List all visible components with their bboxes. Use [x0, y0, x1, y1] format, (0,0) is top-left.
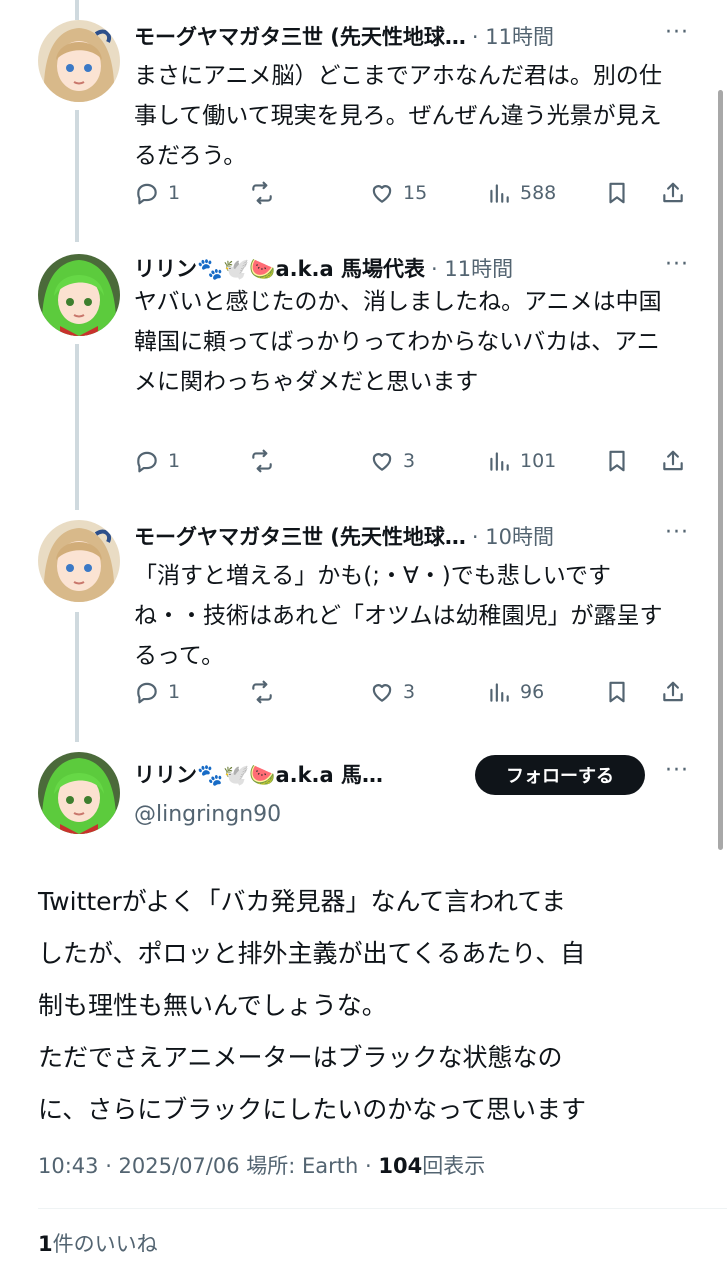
bookmark-icon: [609, 182, 625, 204]
view-count: 96: [520, 681, 545, 703]
view-label: 回表示: [422, 1154, 486, 1178]
like-button[interactable]: 3: [369, 672, 415, 712]
like-button[interactable]: 3: [369, 441, 415, 481]
share-button[interactable]: [660, 173, 686, 213]
avatar[interactable]: [38, 20, 120, 102]
view-count: 588: [520, 182, 557, 204]
tweet-text: ヤバいと感じたのか、消しましたね。アニメは中国韓国に頼ってばっかりってわからない…: [134, 289, 662, 395]
retweet-icon: [252, 181, 272, 205]
like-count: 3: [403, 450, 416, 472]
thread-line: [75, 0, 79, 20]
thread-line: [75, 110, 79, 242]
scrollbar[interactable]: [718, 90, 723, 850]
more-options-icon[interactable]: ···: [665, 758, 689, 783]
heart-icon: [372, 453, 392, 471]
avatar[interactable]: [38, 520, 120, 602]
timestamp[interactable]: · 10時間: [472, 521, 554, 551]
view-count: 104: [378, 1154, 423, 1178]
reply-button[interactable]: 1: [134, 441, 180, 481]
bar-chart-icon: [490, 452, 509, 471]
bar-chart-icon: [490, 184, 509, 203]
share-icon: [663, 681, 683, 702]
text-line: ただでさえアニメーターはブラックな状態なの: [38, 1043, 563, 1072]
reply-icon: [137, 682, 157, 704]
share-button[interactable]: [660, 441, 686, 481]
handle[interactable]: @lingringn90: [134, 802, 281, 827]
share-icon: [663, 182, 683, 203]
more-options-icon[interactable]: ···: [665, 20, 689, 45]
tweet-header: モーグヤマガタ三世 (先天性地球… · 11時間: [134, 18, 554, 54]
tweet-text: 「消すと増える」かも(;・∀・)でも悲しいですね・・技術はあれど「オツムは幼稚園…: [134, 563, 663, 669]
bookmark-icon: [609, 681, 625, 703]
timestamp[interactable]: · 11時間: [431, 253, 513, 283]
thread-line: [75, 612, 79, 742]
reply-icon: [137, 451, 157, 473]
reply-count: 1: [168, 182, 181, 204]
retweet-icon: [252, 449, 272, 473]
bookmark-icon: [609, 450, 625, 472]
share-button[interactable]: [660, 672, 686, 712]
like-count: 1: [38, 1232, 53, 1256]
bookmark-button[interactable]: [604, 173, 630, 213]
bookmark-button[interactable]: [604, 672, 630, 712]
text-line: に、さらにブラックにしたいのかなって思います: [38, 1095, 587, 1124]
like-count: 3: [403, 681, 416, 703]
likes-summary[interactable]: 1件のいいね: [38, 1228, 158, 1258]
timestamp-text[interactable]: 10:43 · 2025/07/06 場所: Earth ·: [38, 1154, 378, 1178]
share-icon: [663, 450, 683, 471]
divider: [38, 1208, 727, 1209]
reply-count: 1: [168, 681, 181, 703]
timestamp[interactable]: · 11時間: [472, 21, 554, 51]
tweet-timestamp: 10:43 · 2025/07/06 場所: Earth · 104回表示: [38, 1150, 485, 1180]
heart-icon: [372, 684, 392, 702]
reply-button[interactable]: 1: [134, 173, 180, 213]
text-line: したが、ポロッと排外主義が出てくるあたり、自: [38, 939, 586, 968]
display-name[interactable]: モーグヤマガタ三世 (先天性地球…: [134, 521, 466, 551]
tweet-actions: 1 3 96: [134, 672, 690, 712]
avatar[interactable]: [38, 254, 120, 336]
thread-line: [75, 344, 79, 510]
text-line: Twitterがよく「バカ発見器」なんて言われてま: [38, 887, 567, 916]
like-button[interactable]: 15: [369, 173, 427, 213]
more-options-icon[interactable]: ···: [665, 520, 689, 545]
more-options-icon[interactable]: ···: [665, 252, 689, 277]
follow-button[interactable]: フォローする: [475, 755, 645, 795]
bar-chart-icon: [490, 683, 509, 702]
reply-count: 1: [168, 450, 181, 472]
tweet-text: まさにアニメ脳）どこまでアホなんだ君は。別の仕事して働いて現実を見ろ。ぜんぜん違…: [134, 63, 662, 169]
retweet-button[interactable]: [249, 441, 275, 481]
retweet-button[interactable]: [249, 672, 275, 712]
views-button[interactable]: 96: [486, 672, 544, 712]
views-button[interactable]: 588: [486, 173, 556, 213]
reply-icon: [137, 183, 157, 205]
avatar[interactable]: [38, 752, 120, 834]
main-tweet-text: Twitterがよく「バカ発見器」なんて言われてま したが、ポロッと排外主義が出…: [38, 876, 687, 1136]
tweet-header: モーグヤマガタ三世 (先天性地球… · 10時間: [134, 518, 554, 554]
tweet-actions: 1 15 588: [134, 173, 690, 213]
like-count: 15: [403, 182, 428, 204]
display-name[interactable]: リリン🐾🕊️🍉a.k.a 馬…: [134, 759, 383, 789]
view-count: 101: [520, 450, 557, 472]
author-name-row: リリン🐾🕊️🍉a.k.a 馬…: [134, 756, 383, 792]
reply-button[interactable]: 1: [134, 672, 180, 712]
like-label: 件のいいね: [52, 1232, 158, 1256]
display-name[interactable]: リリン🐾🕊️🍉a.k.a 馬場代表: [134, 253, 425, 283]
heart-icon: [372, 185, 392, 203]
author-handle-row: @lingringn90: [134, 796, 281, 832]
display-name[interactable]: モーグヤマガタ三世 (先天性地球…: [134, 21, 466, 51]
bookmark-button[interactable]: [604, 441, 630, 481]
text-line: 制も理性も無いんでしょうな。: [38, 991, 387, 1020]
tweet-actions: 1 3 101: [134, 441, 690, 481]
retweet-icon: [252, 680, 272, 704]
retweet-button[interactable]: [249, 173, 275, 213]
views-button[interactable]: 101: [486, 441, 556, 481]
tweet-header: リリン🐾🕊️🍉a.k.a 馬場代表 · 11時間: [134, 250, 513, 286]
